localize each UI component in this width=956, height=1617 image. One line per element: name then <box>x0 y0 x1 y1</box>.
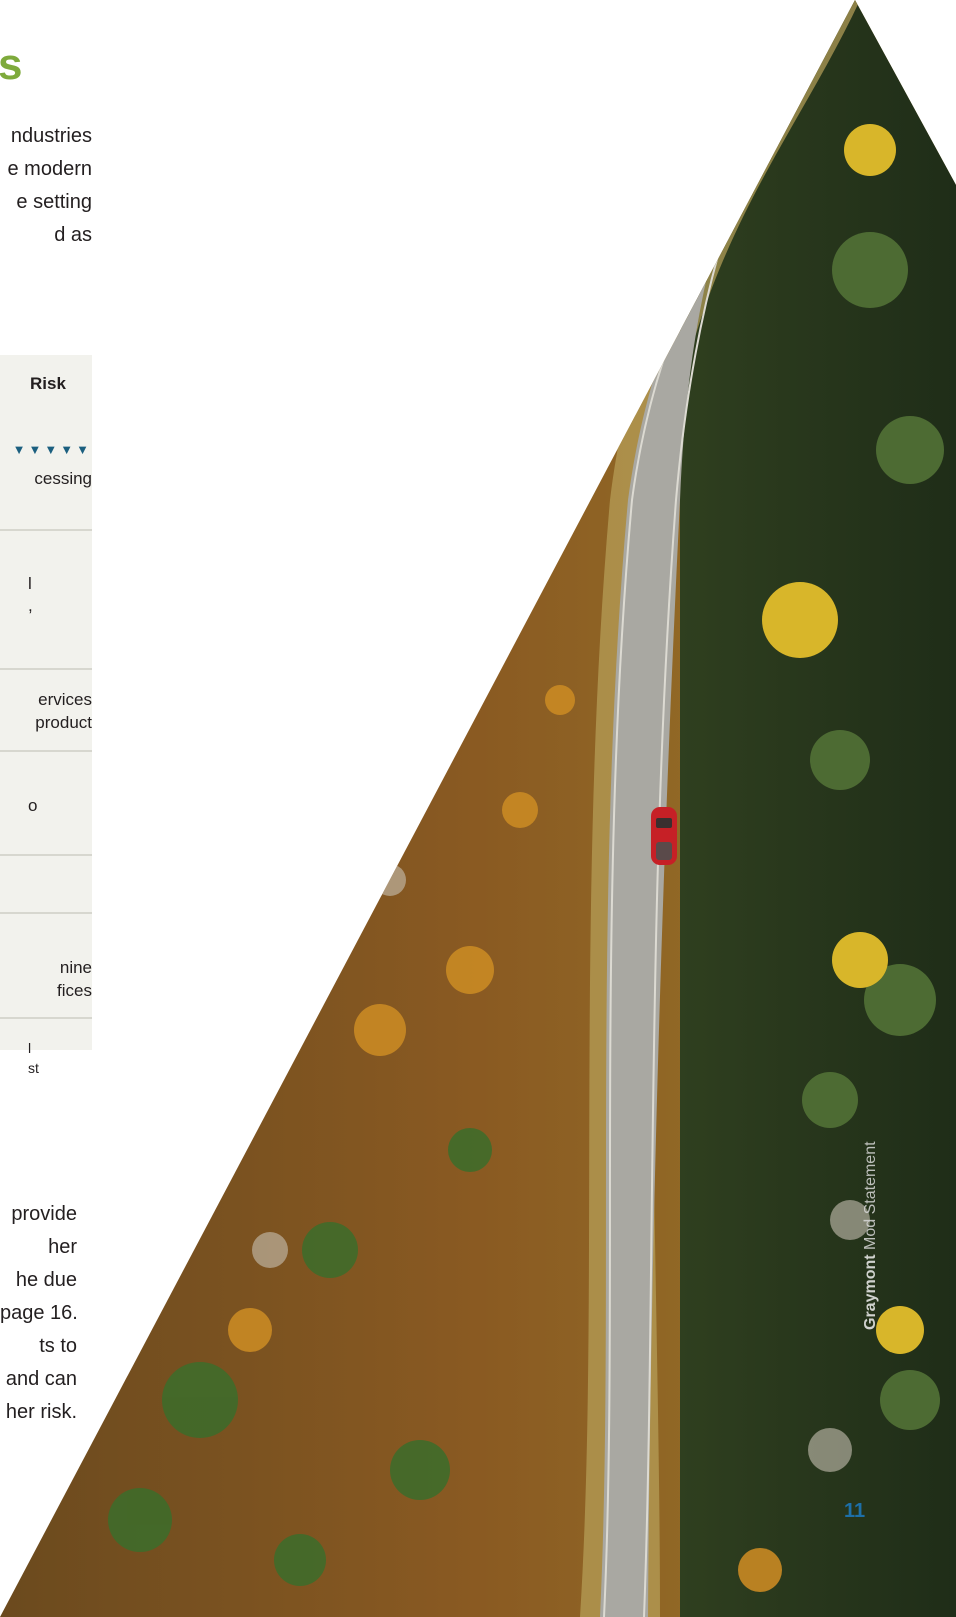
footer-document-title: Graymont Mod Statement <box>862 1141 880 1330</box>
red-car <box>651 807 677 865</box>
forest-road-photo <box>0 0 956 1617</box>
footer-title-fragment: Mod <box>862 1218 879 1250</box>
footer-company: Graymont <box>862 1254 879 1330</box>
page-number: 11 <box>844 1500 866 1522</box>
footer-title-tail: Statement <box>862 1141 879 1215</box>
